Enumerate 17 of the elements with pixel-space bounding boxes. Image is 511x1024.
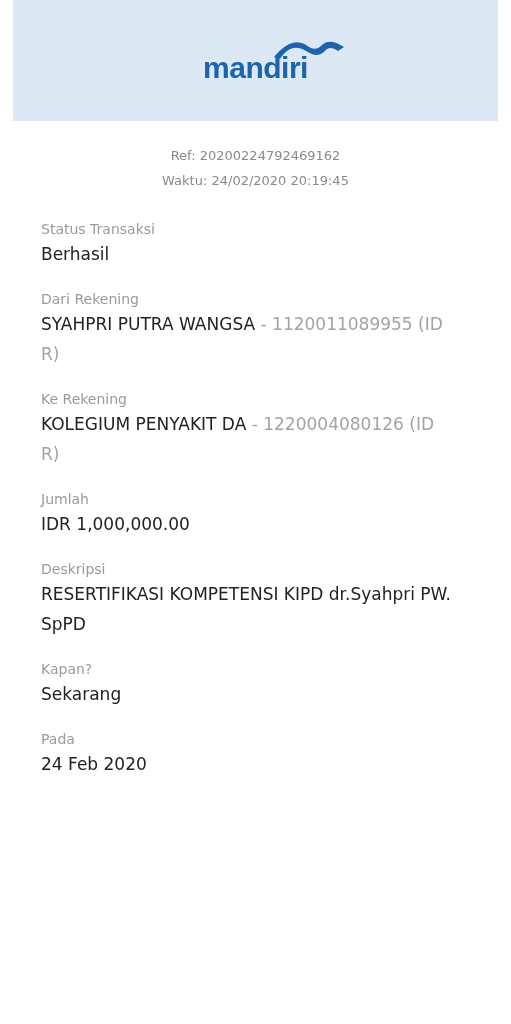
field-value: KOLEGIUM PENYAKIT DA - 1220004080126 (IDR) <box>41 413 435 466</box>
field-label: Pada <box>41 730 76 749</box>
transaction-time: Waktu: 24/02/2020 20:19:45 <box>161 172 350 190</box>
field-value: 24 Feb 2020 <box>41 753 148 776</box>
field-value: SYAHPRI PUTRA WANGSA - 1120011089955 (IDR) <box>41 313 444 366</box>
field-label: Deskripsi <box>41 560 107 579</box>
field-value: IDR 1,000,000.00 <box>41 513 191 536</box>
field-label: Dari Rekening <box>41 290 140 309</box>
reference-number: Ref: 20200224792469162 <box>169 147 342 165</box>
field-label: Kapan? <box>41 660 94 679</box>
field-value: Sekarang <box>41 683 123 706</box>
field-value: Berhasil <box>41 243 111 266</box>
field-value: RESERTIFIKASI KOMPETENSI KIPD dr.Syahpri PW. SpPD <box>41 583 451 636</box>
field-label: Status Transaksi <box>41 220 156 239</box>
field-label: Ke Rekening <box>41 390 128 409</box>
logo-text: mandiri <box>203 50 308 84</box>
field-label: Jumlah <box>41 490 90 509</box>
